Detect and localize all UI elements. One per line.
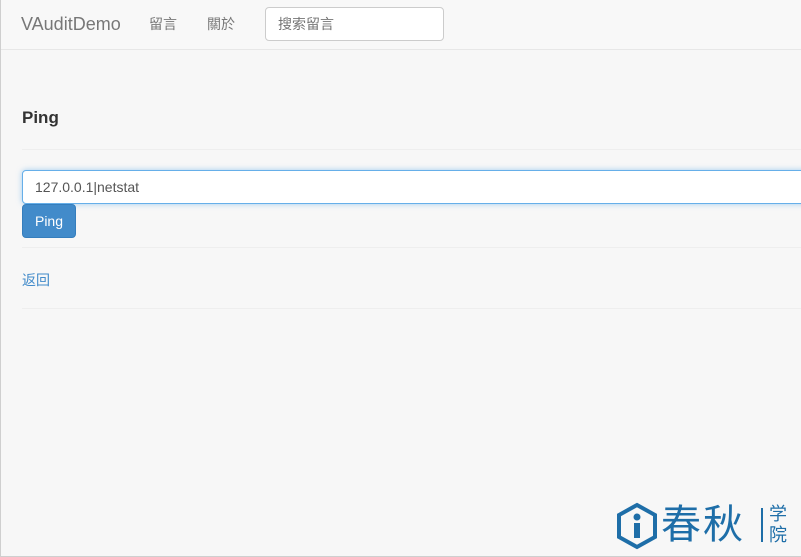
logo-icon <box>617 502 657 550</box>
back-link[interactable]: 返回 <box>22 270 50 290</box>
watermark-divider <box>761 508 763 542</box>
nav-link-about[interactable]: 關於 <box>207 15 235 33</box>
watermark-text: 春秋 <box>661 502 745 548</box>
watermark-small-text: 学院 <box>769 504 787 546</box>
page-frame: VAuditDemo 留言 關於 Ping Ping 返回 春秋 学院 <box>0 0 801 557</box>
divider-top <box>22 149 801 150</box>
ping-target-input[interactable] <box>22 170 801 204</box>
watermark-logo: 春秋 学院 <box>615 500 795 552</box>
ping-button[interactable]: Ping <box>22 204 76 238</box>
top-navbar: VAuditDemo 留言 關於 <box>1 0 801 50</box>
search-input[interactable] <box>265 7 444 41</box>
divider-middle <box>22 247 801 248</box>
brand-link[interactable]: VAuditDemo <box>21 14 121 34</box>
page-title: Ping <box>22 108 59 127</box>
nav-link-messages[interactable]: 留言 <box>149 15 177 33</box>
divider-bottom <box>22 308 801 309</box>
